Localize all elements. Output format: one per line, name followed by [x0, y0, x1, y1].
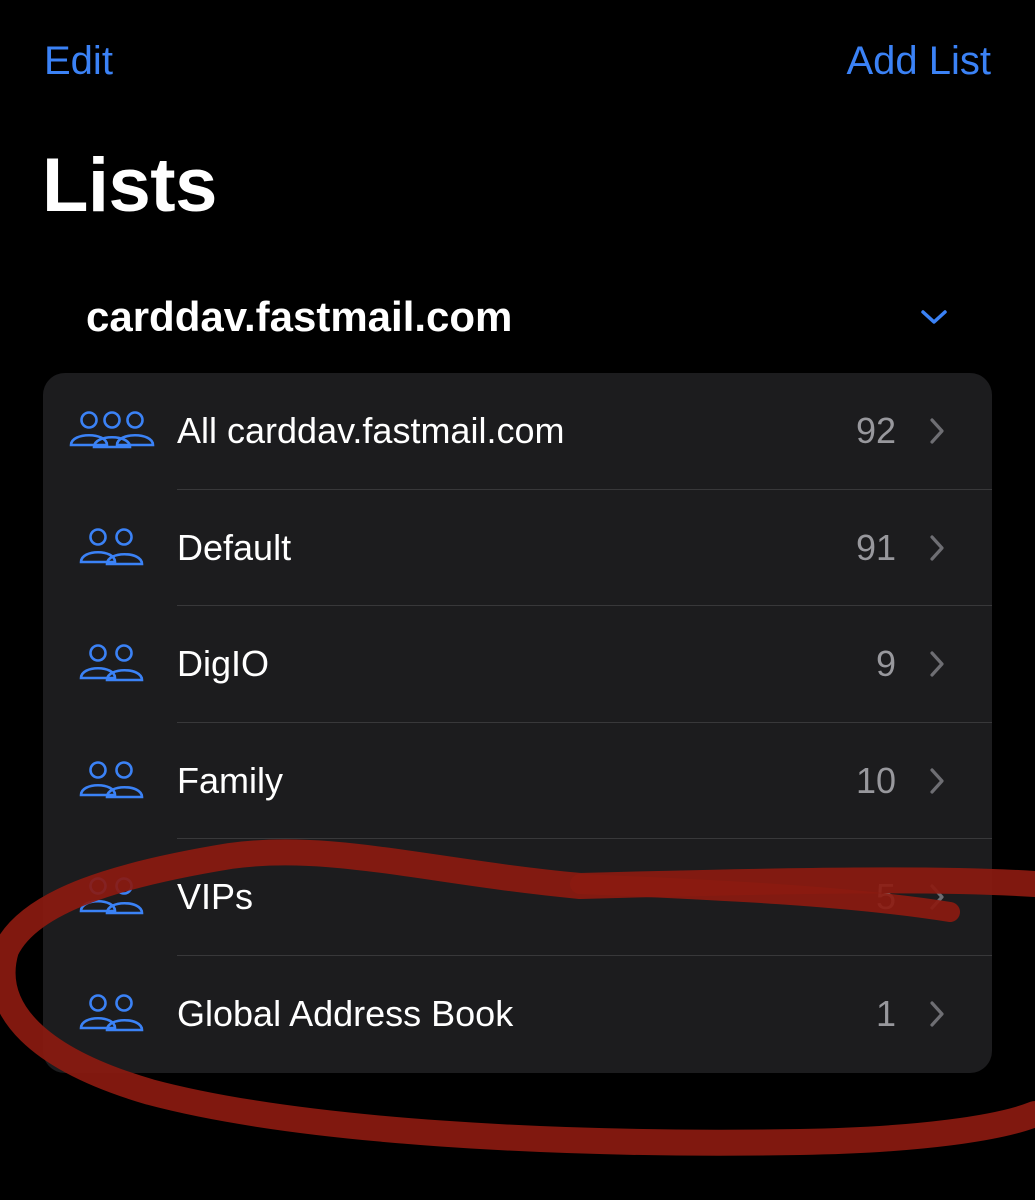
- account-section-header[interactable]: carddav.fastmail.com: [86, 290, 949, 344]
- page-title: Lists: [42, 143, 217, 228]
- lists-card: All carddav.fastmail.com 92 Default 91 D…: [43, 373, 992, 1073]
- three-people-icon: [67, 407, 157, 455]
- list-item-count: 5: [875, 876, 896, 918]
- list-item-label: Default: [177, 526, 292, 568]
- chevron-down-icon: [921, 310, 947, 324]
- list-item-default[interactable]: Default 91: [43, 490, 992, 606]
- list-item-label: Family: [177, 759, 283, 801]
- list-item-count: 9: [875, 643, 896, 685]
- list-item-count: 10: [855, 759, 896, 801]
- two-people-icon: [67, 873, 157, 921]
- two-people-icon: [67, 640, 157, 688]
- two-people-icon: [67, 990, 157, 1038]
- account-section-title: carddav.fastmail.com: [86, 293, 513, 340]
- list-item-count: 92: [855, 410, 896, 452]
- add-list-button[interactable]: Add List: [846, 36, 991, 86]
- chevron-right-icon: [930, 418, 944, 444]
- chevron-right-icon: [930, 535, 944, 561]
- chevron-right-icon: [930, 768, 944, 794]
- two-people-icon: [67, 757, 157, 805]
- list-item-count: 91: [855, 526, 896, 568]
- list-item-label: All carddav.fastmail.com: [177, 410, 565, 452]
- list-item-family[interactable]: Family 10: [43, 723, 992, 839]
- list-item-label: DigIO: [177, 643, 270, 685]
- list-item-digio[interactable]: DigIO 9: [43, 606, 992, 723]
- chevron-right-icon: [930, 651, 944, 677]
- chevron-right-icon: [930, 1001, 944, 1027]
- two-people-icon: [67, 524, 157, 572]
- chevron-right-icon: [930, 884, 944, 910]
- list-item-vips[interactable]: VIPs 5: [43, 839, 992, 956]
- list-item-label: Global Address Book: [177, 992, 514, 1034]
- list-item-all[interactable]: All carddav.fastmail.com 92: [43, 373, 992, 490]
- edit-button[interactable]: Edit: [44, 36, 113, 86]
- list-item-count: 1: [875, 992, 896, 1034]
- list-item-global-address-book[interactable]: Global Address Book 1: [43, 956, 992, 1073]
- list-item-label: VIPs: [177, 876, 254, 918]
